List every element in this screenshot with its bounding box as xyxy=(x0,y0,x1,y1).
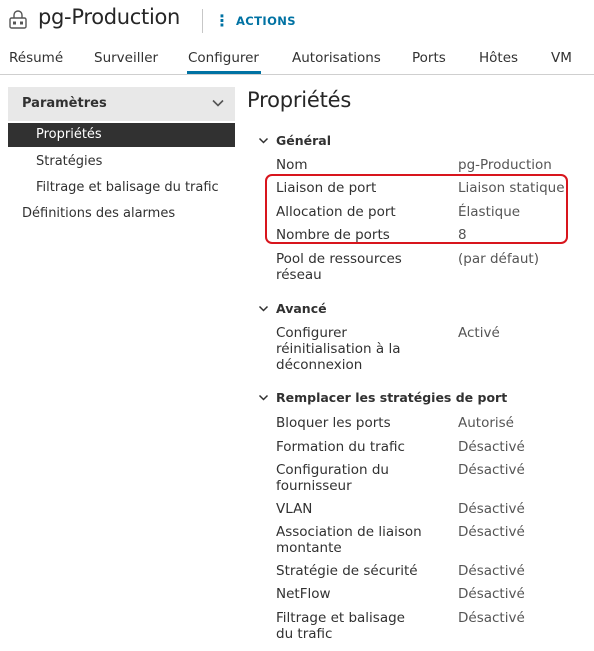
prop-value: 8 xyxy=(458,227,467,243)
prop-value: Élastique xyxy=(458,204,521,220)
section-label: Remplacer les stratégies de port xyxy=(276,390,508,405)
prop-key: Association de liaison montante xyxy=(276,524,422,556)
prop-value: pg-Production xyxy=(458,157,552,173)
sidebar-item-alarmes[interactable]: Définitions des alarmes xyxy=(22,206,175,221)
section-label: Avancé xyxy=(276,301,327,316)
actions-button[interactable]: ⋮ ACTIONS xyxy=(214,12,296,30)
sidebar-group-label: Paramètres xyxy=(22,96,107,111)
prop-key: Stratégie de sécurité xyxy=(276,563,418,579)
tab-autorisations[interactable]: Autorisations xyxy=(292,50,381,66)
object-header: pg-Production ⋮ ACTIONS xyxy=(0,0,594,42)
active-tab-indicator xyxy=(187,71,261,74)
actions-label: ACTIONS xyxy=(236,14,296,28)
section-title: Propriétés xyxy=(247,88,352,112)
prop-key: Formation du trafic xyxy=(276,439,405,455)
tab-bar: Résumé Surveiller Configurer Autorisatio… xyxy=(0,46,594,75)
prop-value: (par défaut) xyxy=(458,251,539,267)
prop-value: Autorisé xyxy=(458,415,514,431)
section-label: Général xyxy=(276,133,331,148)
chevron-down-icon xyxy=(258,394,269,401)
prop-key: Configuration du fournisseur xyxy=(276,462,389,494)
prop-key: Nombre de ports xyxy=(276,227,390,243)
prop-value: Liaison statique xyxy=(458,180,565,196)
sidebar-item-strategies[interactable]: Stratégies xyxy=(36,154,102,169)
prop-key: Nom xyxy=(276,157,308,173)
prop-value: Désactivé xyxy=(458,563,525,579)
chevron-down-icon xyxy=(212,99,224,107)
tab-hotes[interactable]: Hôtes xyxy=(479,50,518,66)
prop-key: Configurer réinitialisation à la déconne… xyxy=(276,325,401,373)
prop-value: Désactivé xyxy=(458,524,525,540)
prop-value: Désactivé xyxy=(458,501,525,517)
prop-value: Désactivé xyxy=(458,439,525,455)
section-toggle-remplacer[interactable]: Remplacer les stratégies de port xyxy=(258,390,507,405)
prop-key: Filtrage et balisage du trafic xyxy=(276,610,405,642)
tab-surveiller[interactable]: Surveiller xyxy=(94,50,158,66)
prop-key: NetFlow xyxy=(276,586,331,602)
prop-key: Pool de ressources réseau xyxy=(276,251,402,283)
prop-value: Désactivé xyxy=(458,610,525,626)
more-vertical-icon: ⋮ xyxy=(214,11,230,30)
header-divider xyxy=(202,9,203,33)
tab-resume[interactable]: Résumé xyxy=(9,50,63,66)
chevron-down-icon xyxy=(258,305,269,312)
tab-ports[interactable]: Ports xyxy=(412,50,446,66)
tab-configurer[interactable]: Configurer xyxy=(188,50,259,66)
page-title: pg-Production xyxy=(38,5,181,29)
prop-value: Activé xyxy=(458,325,500,341)
sidebar-item-label: Propriétés xyxy=(36,127,102,142)
prop-key: VLAN xyxy=(276,501,313,517)
sidebar-item-proprietes[interactable]: Propriétés xyxy=(8,123,235,147)
tab-vm[interactable]: VM xyxy=(551,50,572,66)
prop-key: Bloquer les ports xyxy=(276,415,391,431)
prop-value: Désactivé xyxy=(458,462,525,478)
sidebar-group-parametres[interactable]: Paramètres xyxy=(8,87,235,121)
section-toggle-avance[interactable]: Avancé xyxy=(258,301,327,316)
section-toggle-general[interactable]: Général xyxy=(258,133,331,148)
sidebar-item-filtrage[interactable]: Filtrage et balisage du trafic xyxy=(36,180,219,195)
prop-key: Allocation de port xyxy=(276,204,396,220)
chevron-down-icon xyxy=(258,137,269,144)
prop-value: Désactivé xyxy=(458,586,525,602)
prop-key: Liaison de port xyxy=(276,180,377,196)
port-group-icon xyxy=(9,10,27,29)
